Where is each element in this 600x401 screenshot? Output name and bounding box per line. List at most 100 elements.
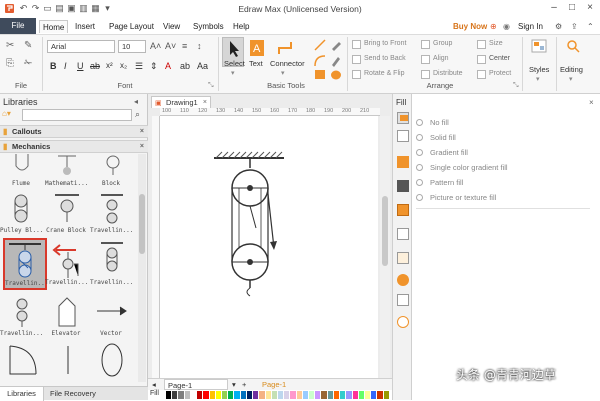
send-to-back-button[interactable]: Send to Back bbox=[364, 54, 406, 64]
font-dialog-launcher-icon[interactable]: ⤡ bbox=[208, 81, 214, 91]
font-color-icon[interactable]: A bbox=[165, 61, 171, 71]
document-properties-icon[interactable] bbox=[397, 252, 409, 264]
center-icon[interactable] bbox=[477, 55, 486, 64]
libraries-scrollbar[interactable] bbox=[138, 154, 146, 382]
radio-picture-fill[interactable] bbox=[416, 194, 423, 201]
library-search-input[interactable] bbox=[22, 109, 132, 121]
radio-pattern-fill[interactable] bbox=[416, 179, 423, 186]
grow-font-icon[interactable]: A˄ bbox=[150, 41, 161, 51]
layer-icon[interactable] bbox=[397, 204, 409, 216]
rotate-flip-button[interactable]: Rotate & Flip bbox=[364, 69, 404, 79]
color-swatch[interactable] bbox=[383, 391, 390, 399]
shadow-icon[interactable] bbox=[397, 156, 409, 168]
tab-help[interactable]: Help bbox=[230, 20, 252, 33]
maximize-icon[interactable]: □ bbox=[566, 2, 578, 14]
find-icon[interactable] bbox=[566, 39, 580, 53]
tab-libraries[interactable]: Libraries bbox=[0, 387, 44, 401]
close-icon[interactable]: × bbox=[140, 126, 144, 138]
font-name-select[interactable]: Arial bbox=[47, 40, 115, 53]
cart-icon[interactable]: ⊕ bbox=[487, 20, 500, 33]
superscript-icon[interactable]: x² bbox=[106, 61, 113, 71]
pulley-block-shape[interactable] bbox=[10, 192, 32, 226]
travelling-block-shape[interactable] bbox=[100, 192, 124, 226]
selected-shape-highlight[interactable]: Travellin... bbox=[3, 238, 47, 290]
block-shape[interactable] bbox=[102, 154, 124, 176]
drawing-page[interactable] bbox=[160, 116, 378, 378]
palette-swatches[interactable] bbox=[166, 391, 390, 399]
tab-home[interactable]: Home bbox=[39, 20, 69, 33]
help-icon[interactable] bbox=[397, 316, 409, 328]
subscript-icon[interactable]: x₂ bbox=[120, 61, 127, 71]
send-to-back-icon[interactable] bbox=[352, 55, 361, 64]
data-icon[interactable] bbox=[397, 274, 409, 286]
category-callouts[interactable]: ▮ Callouts × bbox=[0, 125, 148, 138]
line-spacing-icon[interactable]: ⇕ bbox=[150, 61, 158, 71]
close-icon[interactable]: × bbox=[140, 141, 144, 153]
share-icon[interactable]: ⇪ bbox=[568, 20, 581, 33]
color-palette[interactable]: Fill bbox=[148, 390, 392, 400]
elevator-shape[interactable] bbox=[56, 296, 78, 328]
buy-now-link[interactable]: Buy Now bbox=[450, 20, 490, 33]
sign-in-link[interactable]: Sign In bbox=[515, 20, 546, 33]
radio-no-fill[interactable] bbox=[416, 119, 423, 126]
connector-tool-button[interactable] bbox=[276, 39, 294, 57]
ribbon-collapse-icon[interactable]: ⌃ bbox=[584, 20, 597, 33]
bring-to-front-icon[interactable] bbox=[352, 40, 361, 49]
image-icon[interactable] bbox=[397, 180, 409, 192]
close-icon[interactable]: × bbox=[203, 97, 207, 108]
radio-gradient-fill[interactable] bbox=[416, 149, 423, 156]
protect-button[interactable]: Protect bbox=[489, 69, 511, 79]
crane-block-shape[interactable] bbox=[54, 192, 80, 226]
distribute-button[interactable]: Distribute bbox=[433, 69, 463, 79]
ellipse-shape[interactable] bbox=[100, 342, 124, 378]
settings-icon[interactable]: ⚙ bbox=[552, 20, 565, 33]
paste-icon[interactable]: ✂ bbox=[6, 41, 14, 51]
option-no-fill[interactable]: No fill bbox=[430, 118, 449, 127]
outline-icon[interactable] bbox=[397, 294, 409, 306]
panel-pin-icon[interactable]: ◂ bbox=[134, 97, 138, 106]
radio-solid-fill[interactable] bbox=[416, 134, 423, 141]
bold-icon[interactable]: B bbox=[50, 61, 57, 71]
tab-file-recovery[interactable]: File Recovery bbox=[50, 387, 96, 400]
group-button[interactable]: Group bbox=[433, 39, 452, 49]
font-size-select[interactable]: 10 bbox=[118, 40, 146, 53]
shrink-font-icon[interactable]: A˅ bbox=[165, 41, 176, 51]
option-single-color-gradient-fill[interactable]: Single color gradient fill bbox=[430, 163, 508, 172]
tab-insert[interactable]: Insert bbox=[72, 20, 98, 33]
tab-page-layout[interactable]: Page Layout bbox=[106, 20, 157, 33]
close-icon[interactable]: × bbox=[584, 2, 596, 14]
travelling-block-3-shape[interactable] bbox=[100, 240, 124, 276]
text-direction-icon[interactable]: ↕ bbox=[197, 41, 202, 51]
vector-shape[interactable] bbox=[96, 304, 128, 318]
bring-to-front-button[interactable]: Bring to Front bbox=[364, 39, 406, 49]
line-style-icon[interactable] bbox=[397, 130, 409, 142]
tab-symbols[interactable]: Symbols bbox=[190, 20, 227, 33]
category-mechanics[interactable]: ▮ Mechanics × bbox=[0, 140, 148, 153]
pulley-diagram[interactable] bbox=[160, 116, 378, 378]
line-tool-icon[interactable] bbox=[314, 39, 326, 51]
text-tool-button[interactable]: A bbox=[249, 39, 265, 57]
styles-icon[interactable] bbox=[531, 39, 547, 53]
align-button[interactable]: Align bbox=[433, 54, 449, 64]
page-dropdown-icon[interactable]: ▾ bbox=[232, 379, 236, 390]
add-page-icon[interactable]: + bbox=[242, 379, 246, 390]
align-icon[interactable] bbox=[421, 55, 430, 64]
option-pattern-fill[interactable]: Pattern fill bbox=[430, 178, 463, 187]
italic-icon[interactable]: I bbox=[64, 61, 67, 71]
cut-icon[interactable]: ✁ bbox=[24, 59, 32, 69]
page-nav-prev-icon[interactable]: ◂ bbox=[152, 379, 156, 390]
close-icon[interactable]: × bbox=[589, 98, 594, 107]
option-picture-texture-fill[interactable]: Picture or texture fill bbox=[430, 193, 496, 202]
line-shape[interactable] bbox=[58, 344, 78, 376]
size-button[interactable]: Size bbox=[489, 39, 503, 49]
radio-single-color-gradient-fill[interactable] bbox=[416, 164, 423, 171]
strikethrough-icon[interactable]: ab bbox=[90, 61, 100, 71]
copy-icon[interactable]: ⎘ bbox=[6, 59, 14, 69]
size-icon[interactable] bbox=[477, 40, 486, 49]
distribute-icon[interactable] bbox=[421, 70, 430, 79]
tab-view[interactable]: View bbox=[160, 20, 183, 33]
pencil-tool-icon[interactable] bbox=[330, 55, 342, 67]
editing-button[interactable]: Editing bbox=[560, 65, 583, 75]
format-painter-icon[interactable]: ✎ bbox=[24, 41, 32, 51]
underline-icon[interactable]: U bbox=[77, 61, 84, 71]
